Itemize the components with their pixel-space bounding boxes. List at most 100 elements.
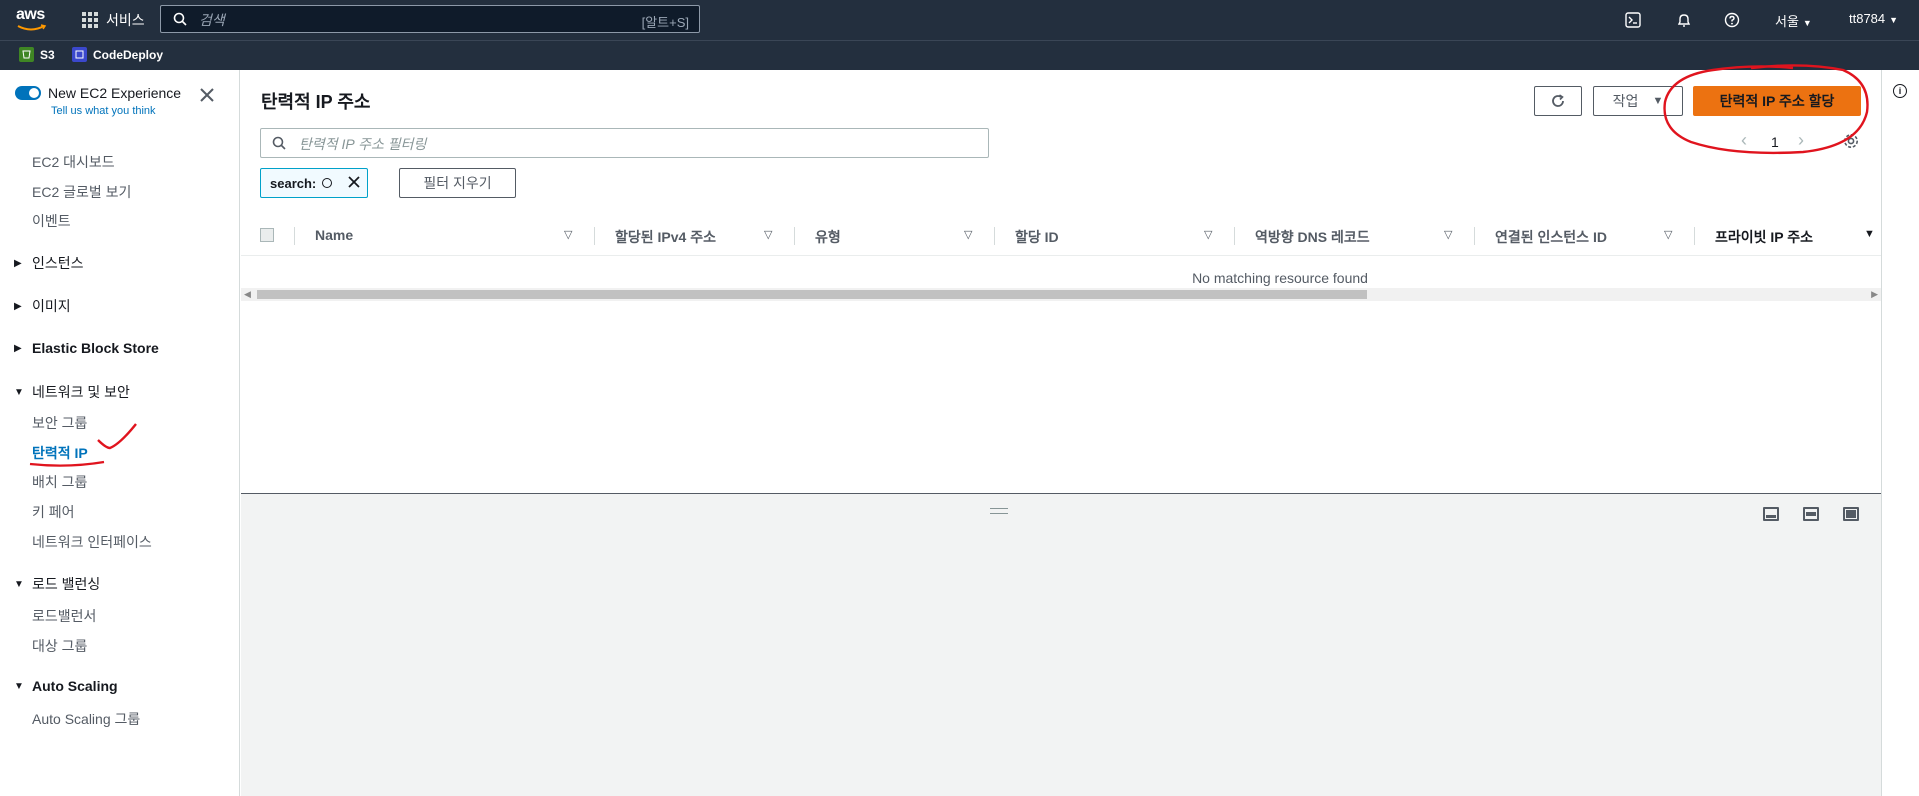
new-experience-title: New EC2 Experience [48,85,182,101]
elastic-ip-table-panel: 탄력적 IP 주소 작업 ▼ 탄력적 IP 주소 할당 ‹ 1 › search… [241,70,1881,494]
column-header-type[interactable]: 유형 [815,227,841,247]
split-full-icon[interactable] [1843,507,1859,521]
column-divider [1234,227,1235,245]
split-panel-drag-handle[interactable] [990,508,1008,514]
cloudshell-icon[interactable] [1623,10,1643,30]
chevron-down-icon: ▼ [1802,18,1812,28]
sidebar-group-label: 네트워크 및 보안 [32,384,130,400]
sidebar-item-key-pairs[interactable]: 키 페어 [32,502,75,522]
page-number[interactable]: 1 [1771,134,1779,150]
feedback-link[interactable]: Tell us what you think [51,105,156,117]
sidebar-item-events[interactable]: 이벤트 [32,211,71,231]
sidebar-item-auto-scaling-groups[interactable]: Auto Scaling 그룹 [32,709,140,729]
next-page-icon[interactable]: › [1798,130,1804,151]
global-search-input[interactable] [197,9,601,31]
column-divider [594,227,595,245]
sidebar-group-network-security[interactable]: ▼ 네트워크 및 보안 [14,382,130,402]
search-icon [173,12,187,26]
search-shortcut-hint: [알트+S] [641,15,689,30]
sidebar-item-security-groups[interactable]: 보안 그룹 [32,413,87,433]
sidebar-group-images[interactable]: ▶ 이미지 [14,296,71,316]
info-icon[interactable]: i [1893,84,1907,98]
aws-logo[interactable]: aws [16,6,52,34]
table-header: Name ▽ 할당된 IPv4 주소 ▽ 유형 ▽ 할당 ID ▽ 역방향 DN… [241,215,1881,256]
notifications-bell-icon[interactable] [1674,10,1694,30]
aws-smile-icon [17,24,47,31]
sidebar-group-label: 로드 밸런싱 [32,576,101,592]
column-divider [994,227,995,245]
caret-right-icon: ▶ [14,257,22,269]
favorites-bar: S3 CodeDeploy [0,40,1919,70]
filter-search[interactable] [260,128,989,158]
sidebar-item-global-view[interactable]: EC2 글로벌 보기 [32,182,131,202]
top-navigation: aws 서비스 [알트+S] 서울▼ tt8784▼ [0,0,1919,40]
favorite-s3[interactable]: S3 [19,47,55,62]
s3-service-icon [19,47,34,62]
chevron-down-icon: ▼ [1889,15,1899,25]
column-header-ipv4[interactable]: 할당된 IPv4 주소 [615,227,716,247]
sort-icon[interactable]: ▽ [1444,228,1452,241]
sort-icon[interactable]: ▽ [764,228,772,241]
sidebar-group-ebs[interactable]: ▶ Elastic Block Store [14,340,159,356]
sidebar-item-network-interfaces[interactable]: 네트워크 인터페이스 [32,532,152,552]
allocate-elastic-ip-button[interactable]: 탄력적 IP 주소 할당 [1693,86,1861,116]
previous-page-icon[interactable]: ‹ [1741,130,1747,151]
grid-icon [82,12,98,28]
close-icon[interactable] [200,88,214,105]
services-menu-button[interactable]: 서비스 [82,10,145,30]
caret-down-icon: ▼ [14,578,24,590]
sidebar-item-target-groups[interactable]: 대상 그룹 [32,636,87,656]
filter-token[interactable]: search: [260,168,368,198]
close-icon[interactable] [347,175,361,192]
allocate-label: 탄력적 IP 주소 할당 [1719,93,1835,109]
main-content: 탄력적 IP 주소 작업 ▼ 탄력적 IP 주소 할당 ‹ 1 › search… [241,64,1881,796]
settings-gear-icon[interactable] [1842,132,1860,153]
sidebar-group-label: 인스턴스 [32,255,84,271]
sidebar-group-auto-scaling[interactable]: ▼ Auto Scaling [14,678,118,694]
sidebar-item-dashboard[interactable]: EC2 대시보드 [32,152,115,172]
column-header-reverse-dns[interactable]: 역방향 DNS 레코드 [1255,227,1370,247]
column-header-name[interactable]: Name [315,227,353,243]
sort-icon[interactable]: ▽ [1204,228,1212,241]
sidebar-item-load-balancers[interactable]: 로드밸런서 [32,606,96,626]
filter-token-label: search: [270,175,317,191]
horizontal-scrollbar[interactable]: ◀ ▶ [241,288,1881,301]
sidebar-group-instances[interactable]: ▶ 인스턴스 [14,253,84,273]
search-icon [272,136,286,150]
caret-down-icon: ▼ [14,386,24,398]
services-label: 서비스 [106,12,145,28]
global-search[interactable]: [알트+S] [160,5,700,33]
sidebar-group-label: Elastic Block Store [32,340,159,356]
refresh-button[interactable] [1534,86,1582,116]
split-bottom-icon[interactable] [1763,507,1779,521]
scrollbar-thumb[interactable] [257,290,1367,299]
sidebar-group-load-balancing[interactable]: ▼ 로드 밸런싱 [14,574,100,594]
account-menu[interactable]: tt8784 ▼ [1849,11,1898,26]
page-title: 탄력적 IP 주소 [261,92,371,112]
region-selector[interactable]: 서울 ▼ [1775,11,1812,30]
column-header-instance-id[interactable]: 연결된 인스턴스 ID [1495,227,1607,247]
favorite-codedeploy[interactable]: CodeDeploy [72,47,163,62]
scroll-left-icon[interactable]: ◀ [244,289,251,300]
sidebar-item-placement-groups[interactable]: 배치 그룹 [32,472,87,492]
sort-icon[interactable]: ▽ [1664,228,1672,241]
filter-input[interactable] [297,133,951,155]
scroll-right-icon[interactable]: ▶ [1871,289,1878,300]
split-middle-icon[interactable] [1803,507,1819,521]
help-icon[interactable] [1722,10,1742,30]
new-experience-toggle[interactable] [15,86,41,100]
sidebar: New EC2 Experience Tell us what you thin… [0,70,240,796]
column-header-private-ip[interactable]: 프라이빗 IP 주소 [1715,227,1813,247]
refresh-icon [1552,94,1564,107]
sort-icon[interactable]: ▽ [564,228,572,241]
caret-down-icon: ▼ [14,680,24,692]
actions-dropdown-button[interactable]: 작업 ▼ [1593,86,1683,116]
clear-filters-button[interactable]: 필터 지우기 [399,168,516,198]
sidebar-item-elastic-ip[interactable]: 탄력적 IP [32,443,88,463]
sort-icon[interactable]: ▽ [964,228,972,241]
caret-right-icon: ▶ [14,300,22,312]
sort-icon[interactable]: ▼ [1864,228,1875,240]
empty-state-message: No matching resource found [1192,270,1368,286]
select-all-checkbox[interactable] [260,228,274,242]
column-header-allocation-id[interactable]: 할당 ID [1015,227,1059,247]
